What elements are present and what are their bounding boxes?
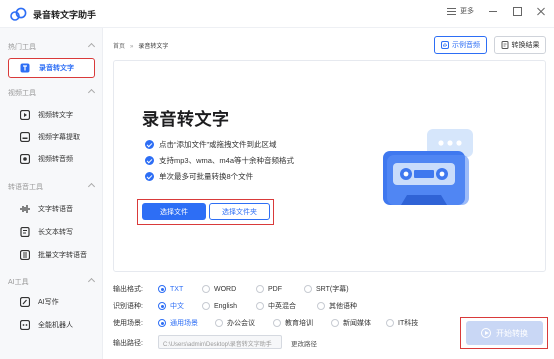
sidebar-item-audio-to-text[interactable]: 录音转文字 (8, 58, 95, 78)
format-option-txt[interactable]: TXT (158, 283, 183, 295)
sidebar-item-robot[interactable]: 全能机器人 (8, 315, 95, 335)
sidebar-item-video-to-text[interactable]: 视频转文字 (8, 105, 95, 125)
feature-item: 支持mp3、wma、m4a等十余种音频格式 (145, 155, 294, 166)
select-file-button[interactable]: 选择文件 (142, 203, 206, 220)
ai-write-icon (20, 297, 30, 307)
long-text-icon (20, 227, 30, 237)
waveform-icon (20, 205, 30, 213)
cassette-illustration (383, 129, 473, 205)
language-option-chinese[interactable]: 中文 (158, 300, 184, 312)
play-circle-icon (481, 328, 491, 338)
sidebar-item-text-to-speech[interactable]: 文字转语音 (8, 199, 95, 219)
breadcrumb: 首页 » 录音转文字 (113, 41, 168, 50)
text-icon (20, 63, 30, 73)
close-icon[interactable] (536, 6, 546, 16)
maximize-icon[interactable] (512, 6, 522, 16)
language-option-english[interactable]: English (202, 300, 237, 312)
video-icon (20, 110, 30, 120)
file-drop-zone[interactable]: 录音转文字 点击“添加文件”或拖拽文件到此区域 支持mp3、wma、m4a等十余… (113, 60, 546, 272)
dropzone-title: 录音转文字 (142, 110, 230, 129)
scene-option-meeting[interactable]: 办公会议 (215, 317, 255, 329)
change-path-link[interactable]: 更改路径 (291, 338, 317, 348)
format-option-pdf[interactable]: PDF (256, 283, 282, 295)
language-option-other[interactable]: 其他语种 (317, 300, 357, 312)
breadcrumb-current: 录音转文字 (138, 44, 169, 50)
check-circle-icon (145, 140, 154, 149)
select-folder-button[interactable]: 选择文件夹 (209, 203, 270, 220)
scene-option-education[interactable]: 教育培训 (273, 317, 313, 329)
sidebar-item-video-subtitle[interactable]: 视频字幕提取 (8, 127, 95, 147)
output-format-label: 输出格式: (113, 286, 143, 293)
app-title: 录音转文字助手 (33, 10, 97, 20)
conversion-results-button[interactable]: 转换结果 (494, 36, 546, 54)
chevron-up-icon (87, 182, 96, 191)
app-logo-icon (10, 7, 27, 21)
batch-icon (20, 250, 30, 260)
robot-icon (20, 320, 30, 330)
language-option-mixed[interactable]: 中英混合 (256, 300, 296, 312)
format-option-word[interactable]: WORD (202, 283, 236, 295)
more-menu[interactable]: 更多 (460, 6, 474, 16)
section-video-tools[interactable]: 视频工具 (0, 85, 103, 101)
scene-option-general[interactable]: 通用场景 (158, 317, 198, 329)
section-speech-tools[interactable]: 转语音工具 (0, 179, 103, 195)
subtitle-icon (20, 132, 30, 142)
scene-option-it[interactable]: IT科技 (386, 317, 418, 329)
chevron-up-icon (87, 88, 96, 97)
sidebar-item-long-text[interactable]: 长文本转写 (8, 222, 95, 242)
document-icon (501, 41, 508, 49)
language-label: 识别语种: (113, 303, 143, 310)
check-circle-icon (145, 172, 154, 181)
menu-icon[interactable] (447, 7, 456, 16)
breadcrumb-home[interactable]: 首页 (113, 44, 125, 50)
language-row: 识别语种: 中文 English 中英混合 其他语种 (113, 300, 357, 312)
scene-label: 使用场景: (113, 320, 143, 327)
start-convert-button[interactable]: 开始转换 (466, 321, 543, 345)
feature-item: 点击“添加文件”或拖拽文件到此区域 (145, 139, 277, 150)
chevron-up-icon (87, 277, 96, 286)
output-path-field[interactable]: C:\Users\admin\Desktop\录音转文字助手 (158, 335, 282, 349)
chevron-up-icon (87, 42, 96, 51)
output-path-label: 输出路径: (113, 340, 143, 347)
scene-row: 使用场景: 通用场景 办公会议 教育培训 新闻媒体 IT科技 (113, 317, 418, 329)
output-path-row: 输出路径: C:\Users\admin\Desktop\录音转文字助手 更改路… (113, 335, 317, 349)
video-audio-icon (20, 154, 30, 164)
sidebar: 热门工具 录音转文字 视频工具 视频转文字 视频字幕提取 视频转音频 转语音工具… (0, 28, 103, 359)
feature-item: 单次最多可批量转换8个文件 (145, 171, 253, 182)
audio-file-icon (441, 41, 449, 49)
scene-option-news[interactable]: 新闻媒体 (331, 317, 371, 329)
sidebar-item-video-to-audio[interactable]: 视频转音频 (8, 149, 95, 169)
sidebar-item-ai-writing[interactable]: AI写作 (8, 292, 95, 312)
sample-audio-button[interactable]: 示例音频 (434, 36, 487, 54)
section-ai-tools[interactable]: AI工具 (0, 274, 103, 290)
section-hot-tools[interactable]: 热门工具 (0, 39, 103, 55)
sidebar-item-batch-tts[interactable]: 批量文字转语音 (8, 245, 95, 265)
format-option-srt[interactable]: SRT(字幕) (304, 283, 349, 295)
check-circle-icon (145, 156, 154, 165)
title-bar: 录音转文字助手 更多 (0, 0, 554, 28)
minimize-icon[interactable] (488, 6, 498, 16)
output-format-row: 输出格式: TXT WORD PDF SRT(字幕) (113, 283, 349, 295)
breadcrumb-separator: » (130, 44, 134, 50)
